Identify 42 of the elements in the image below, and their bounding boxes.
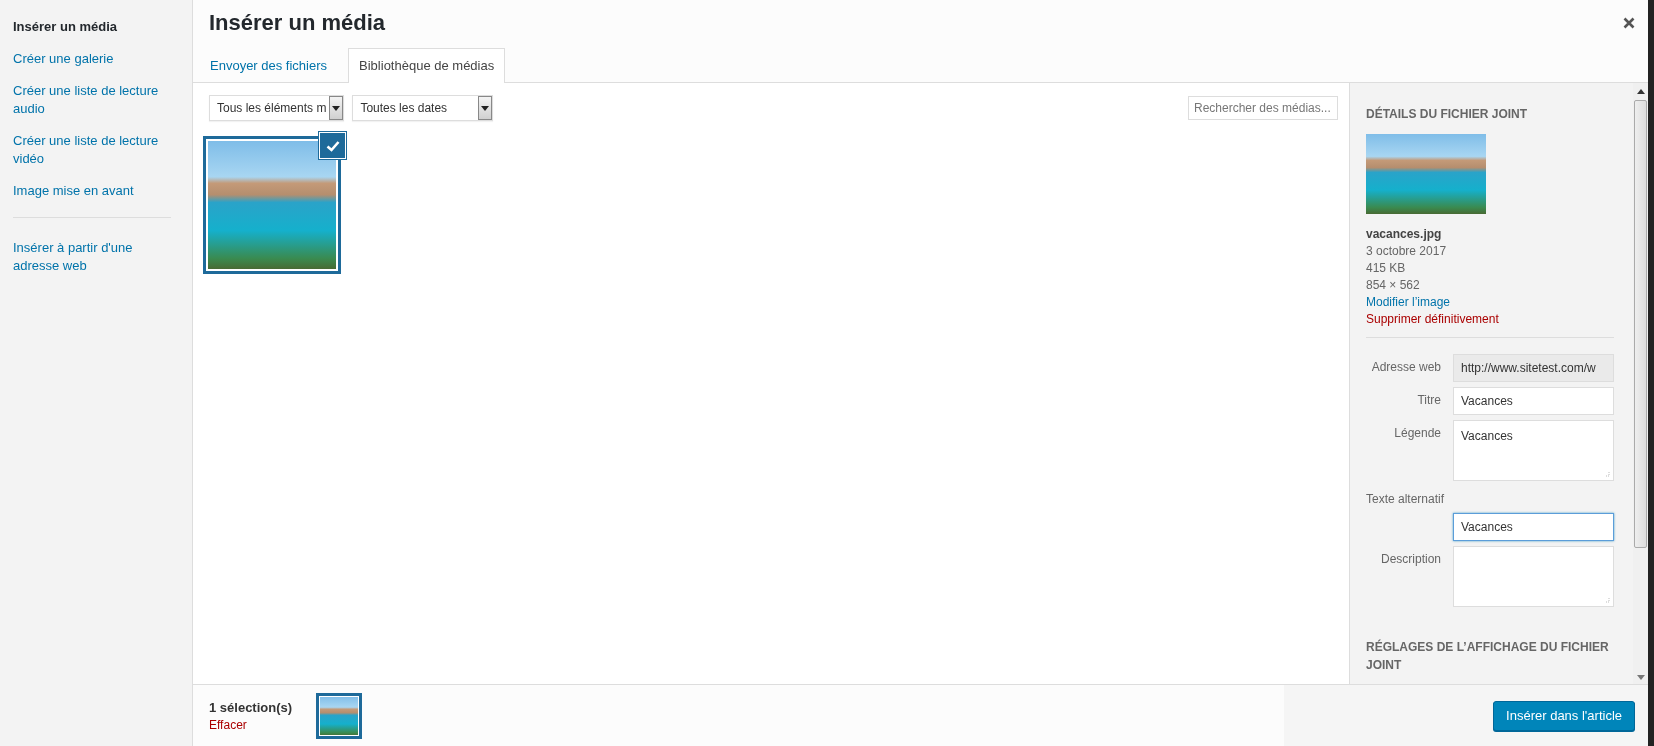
resize-grip-icon[interactable] xyxy=(1604,471,1610,477)
arrow-down-icon[interactable] xyxy=(1636,675,1645,680)
sidebar-item[interactable]: Image mise en avant xyxy=(13,182,173,214)
file-name: vacances.jpg xyxy=(1366,226,1443,243)
modal-title: Insérer un média xyxy=(209,10,386,36)
tab[interactable]: Envoyer des fichiers xyxy=(209,48,339,83)
image-dimensions: 854 × 562 xyxy=(1366,277,1421,294)
edit-image-link[interactable]: Modifier l’image xyxy=(1366,294,1451,311)
field-label: Adresse web xyxy=(1370,359,1442,376)
input-field[interactable]: Vacances xyxy=(1453,387,1614,415)
scrollbar[interactable] xyxy=(1633,83,1648,684)
section-heading: RÉGLAGES DE L’AFFICHAGE DU FICHIER JOINT xyxy=(1366,638,1610,674)
field-label: Texte alternatif xyxy=(1366,491,1446,508)
sidebar-item[interactable]: Insérer un média xyxy=(13,18,173,50)
dropdown[interactable]: Tous les éléments m xyxy=(209,95,345,121)
close-icon[interactable] xyxy=(1623,17,1635,29)
delete-link[interactable]: Supprimer définitivement xyxy=(1366,311,1499,328)
selection-count: 1 sélection(s) xyxy=(209,699,293,715)
search-field[interactable]: Rechercher des médias... xyxy=(1188,96,1338,120)
text-area[interactable]: Vacances xyxy=(1453,420,1614,481)
arrow-up-icon[interactable] xyxy=(1636,89,1645,94)
tab[interactable]: Bibliothèque de médias xyxy=(348,48,506,83)
dropdown[interactable]: Toutes les dates xyxy=(352,95,494,121)
sidebar-item[interactable]: Créer une liste de lecture vidéo xyxy=(13,132,173,182)
input-field[interactable]: Vacances xyxy=(1453,513,1614,541)
sidebar-item[interactable]: Créer une galerie xyxy=(13,50,173,82)
sidebar-item[interactable]: Créer une liste de lecture audio xyxy=(13,82,173,132)
section-heading: DÉTAILS DU FICHIER JOINT xyxy=(1366,105,1529,123)
checkmark-icon[interactable] xyxy=(319,132,346,159)
caret-icon[interactable] xyxy=(481,105,490,111)
field-label: Description xyxy=(1379,551,1442,568)
insert-button[interactable]: Insérer dans l'article xyxy=(1493,700,1635,731)
clear-link[interactable]: Effacer xyxy=(209,717,247,732)
file-size: 415 KB xyxy=(1366,260,1407,277)
field-label: Légende xyxy=(1393,425,1442,442)
caret-icon[interactable] xyxy=(332,105,341,111)
photo-placeholder[interactable] xyxy=(316,692,362,739)
upload-date: 3 octobre 2017 xyxy=(1366,243,1448,260)
field-label: Titre xyxy=(1416,392,1442,409)
input-field[interactable]: http://www.sitetest.com/w xyxy=(1453,354,1614,382)
resize-grip-icon[interactable] xyxy=(1604,597,1610,603)
sidebar-item[interactable]: Insérer à partir d'une adresse web xyxy=(13,239,173,289)
